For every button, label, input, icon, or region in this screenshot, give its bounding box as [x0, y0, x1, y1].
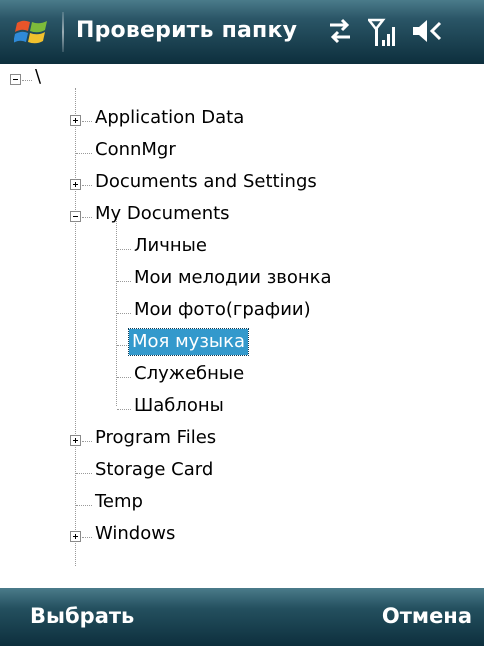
tree-item-label: Личные [134, 235, 207, 256]
connectivity-icon[interactable] [326, 16, 354, 46]
tree-item-label: Windows [95, 523, 176, 544]
title-separator [62, 12, 64, 52]
tree-item-label: Мои фото(графии) [134, 299, 311, 320]
tree-item-label: Storage Card [95, 459, 214, 480]
tree-connector [22, 80, 32, 81]
tree-item-label: \ [35, 66, 42, 87]
expand-icon[interactable] [70, 531, 81, 542]
cancel-soft-key[interactable]: Отмена [382, 604, 472, 628]
tree-item-label: Documents and Settings [95, 171, 317, 192]
speaker-volume-icon[interactable] [410, 16, 444, 46]
tree-item-label: Temp [95, 491, 143, 512]
windows-start-logo-icon[interactable] [14, 14, 50, 50]
title-bar: Проверить папку [0, 0, 484, 64]
window-title: Проверить папку [76, 18, 298, 43]
tree-connector [82, 185, 92, 186]
tree-item-label: My Documents [95, 203, 230, 224]
tree-connector [76, 505, 92, 506]
tree-connector [82, 441, 92, 442]
tree-connector [117, 281, 131, 282]
expand-icon[interactable] [70, 179, 81, 190]
tree-connector [117, 345, 129, 346]
tree-connector [76, 153, 92, 154]
signal-strength-icon[interactable] [368, 16, 400, 48]
select-soft-key[interactable]: Выбрать [30, 604, 134, 628]
collapse-icon[interactable] [70, 211, 81, 222]
folder-tree[interactable]: \ Application Data ConnMgr Documents and… [0, 64, 484, 588]
tree-connector [75, 88, 76, 566]
tree-item-label: Program Files [95, 427, 217, 448]
tree-item-label: ConnMgr [95, 139, 176, 160]
expand-icon[interactable] [70, 115, 81, 126]
tree-connector [117, 249, 131, 250]
collapse-root-icon[interactable] [10, 74, 21, 85]
tree-connector [117, 377, 131, 378]
tree-item-label: Шаблоны [134, 395, 224, 416]
tree-connector [117, 313, 131, 314]
tree-connector [82, 217, 92, 218]
tree-connector [76, 473, 92, 474]
tree-item-label: Моя музыка [127, 328, 250, 356]
tree-item-label: Служебные [134, 363, 245, 384]
expand-icon[interactable] [70, 435, 81, 446]
tree-connector [82, 121, 92, 122]
tree-connector [117, 409, 131, 410]
soft-key-bar: Выбрать Отмена [0, 588, 484, 646]
tree-item-label: Application Data [95, 107, 245, 128]
tree-item-label: Мои мелодии звонка [134, 267, 332, 288]
tree-connector [82, 537, 92, 538]
